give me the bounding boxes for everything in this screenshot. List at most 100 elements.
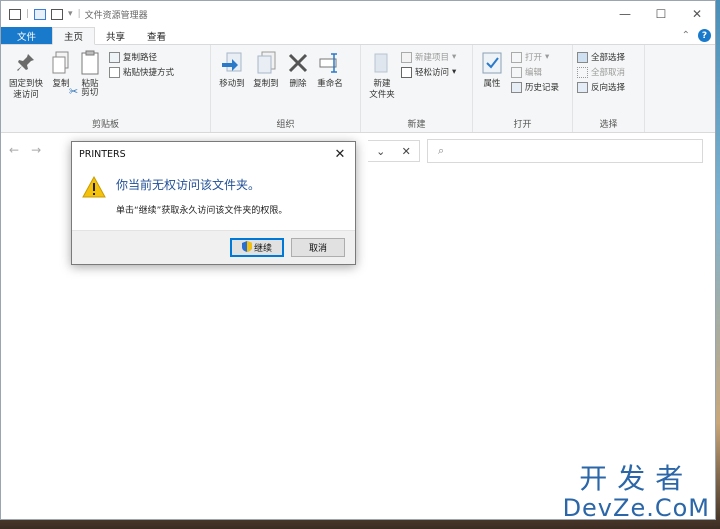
- forward-arrow-icon[interactable]: →: [31, 143, 41, 157]
- organize-group: 移动到 复制到 删除 重命名 组织: [211, 45, 361, 132]
- chevron-down-icon: ▾: [452, 67, 457, 77]
- paste-shortcut-icon: [109, 66, 120, 78]
- search-input[interactable]: ⌕: [427, 139, 703, 163]
- delete-label: 删除: [289, 79, 307, 89]
- properties-label: 属性: [483, 79, 501, 89]
- search-icon: ⌕: [438, 144, 445, 157]
- chevron-down-icon: ▾: [545, 52, 550, 62]
- continue-label: 继续: [253, 244, 272, 254]
- tab-share[interactable]: 共享: [95, 27, 136, 44]
- shield-icon: [241, 240, 252, 255]
- clipboard-group: 固定到快 速访问 复制 粘贴 复制路径 粘贴快捷方式 ✂ 剪切 剪贴板: [1, 45, 211, 132]
- ribbon: 固定到快 速访问 复制 粘贴 复制路径 粘贴快捷方式 ✂ 剪切 剪贴板 移动到 …: [1, 45, 715, 133]
- watermark-line2: DevZe.CoM: [562, 494, 710, 522]
- paste-shortcut-button[interactable]: 粘贴快捷方式: [109, 66, 174, 78]
- open-group: 属性 打开 ▾ 编辑 历史记录 打开: [473, 45, 573, 132]
- history-button[interactable]: 历史记录: [511, 81, 559, 93]
- address-dropdown-icon[interactable]: ⌄: [376, 145, 385, 158]
- new-folder-quick-icon[interactable]: [51, 8, 64, 20]
- new-item-button[interactable]: 新建项目 ▾: [401, 51, 456, 63]
- dialog-message: 你当前无权访问该文件夹。: [116, 178, 261, 192]
- delete-icon: [286, 49, 310, 77]
- edit-icon: [511, 66, 522, 78]
- easy-access-icon: [401, 66, 412, 78]
- copy-label: 复制: [52, 79, 70, 89]
- select-all-icon: [577, 51, 588, 63]
- address-bar-controls: ⌄ ✕: [368, 140, 420, 162]
- edit-button[interactable]: 编辑: [511, 66, 559, 78]
- window-title: 文件资源管理器: [84, 10, 148, 21]
- open-icon: [511, 51, 522, 63]
- select-all-button[interactable]: 全部选择: [577, 51, 625, 63]
- tab-file[interactable]: 文件: [1, 27, 53, 44]
- cancel-button[interactable]: 取消: [291, 238, 345, 257]
- history-icon: [511, 81, 522, 93]
- separator: |: [77, 9, 81, 19]
- new-folder-label-1: 新建: [373, 79, 391, 89]
- cut-label: 剪切: [81, 87, 99, 98]
- paste-icon: [78, 49, 102, 77]
- access-denied-dialog: PRINTERS ✕ 你当前无权访问该文件夹。 单击“继续”获取永久访问该文件夹…: [71, 141, 356, 265]
- dialog-close-button[interactable]: ✕: [325, 142, 355, 166]
- new-item-icon: [401, 51, 412, 63]
- properties-quick-icon[interactable]: [34, 8, 47, 20]
- customize-quick-access-icon[interactable]: ▾: [68, 9, 73, 19]
- ribbon-tabs: 文件 主页 共享 查看 ⌃ ?: [1, 27, 715, 45]
- copy-to-label: 复制到: [253, 79, 279, 89]
- watermark-line1: 开发者: [579, 462, 694, 495]
- quick-access-toolbar: | ▾ |: [9, 8, 81, 20]
- select-all-label: 全部选择: [591, 53, 626, 63]
- continue-button[interactable]: 继续: [230, 238, 284, 257]
- properties-icon: [480, 49, 504, 77]
- tab-view[interactable]: 查看: [136, 27, 177, 44]
- cut-button[interactable]: ✂ 剪切: [69, 85, 174, 98]
- move-to-label: 移动到: [219, 79, 245, 89]
- select-group: 全部选择 全部取消 反向选择 选择: [573, 45, 645, 132]
- minimize-button[interactable]: —: [607, 1, 643, 27]
- clear-address-icon[interactable]: ✕: [402, 145, 411, 158]
- select-none-icon: [577, 66, 588, 78]
- open-label: 打开: [525, 53, 543, 63]
- dialog-footer: 继续 取消: [72, 230, 355, 264]
- edit-label: 编辑: [525, 68, 543, 78]
- paste-shortcut-label: 粘贴快捷方式: [123, 68, 175, 78]
- watermark: 开发者 DevZe.CoM: [562, 462, 710, 522]
- easy-access-button[interactable]: 轻松访问 ▾: [401, 66, 456, 78]
- copy-path-button[interactable]: 复制路径: [109, 51, 174, 63]
- organize-group-label: 组织: [276, 120, 295, 130]
- copy-path-icon: [109, 51, 120, 63]
- scissors-icon: ✂: [69, 85, 79, 98]
- invert-selection-button[interactable]: 反向选择: [577, 81, 625, 93]
- invert-selection-label: 反向选择: [591, 83, 626, 93]
- rename-icon: [318, 49, 342, 77]
- tab-home[interactable]: 主页: [52, 27, 96, 45]
- dialog-body: 你当前无权访问该文件夹。 单击“继续”获取永久访问该文件夹的权限。: [72, 166, 355, 230]
- move-to-icon: [220, 49, 244, 77]
- maximize-button[interactable]: ☐: [643, 1, 679, 27]
- history-label: 历史记录: [525, 83, 560, 93]
- title-bar: | ▾ | 文件资源管理器 — ☐ ✕: [1, 1, 715, 27]
- copy-icon: [49, 49, 73, 77]
- select-none-button[interactable]: 全部取消: [577, 66, 625, 78]
- dialog-title-bar: PRINTERS ✕: [72, 142, 355, 166]
- open-button[interactable]: 打开 ▾: [511, 51, 559, 63]
- explorer-app-icon: [9, 8, 21, 20]
- separator: |: [26, 9, 30, 19]
- copy-to-icon: [254, 49, 278, 77]
- chevron-down-icon: ▾: [452, 52, 457, 62]
- back-arrow-icon[interactable]: ←: [9, 143, 19, 157]
- new-group: 新建 文件夹 新建项目 ▾ 轻松访问 ▾ 新建: [361, 45, 473, 132]
- new-item-label: 新建项目: [415, 53, 450, 63]
- open-group-label: 打开: [513, 120, 532, 130]
- close-button[interactable]: ✕: [679, 1, 715, 27]
- invert-selection-icon: [577, 81, 588, 93]
- help-icon[interactable]: ?: [698, 29, 711, 42]
- easy-access-label: 轻松访问: [415, 68, 450, 78]
- dialog-detail: 单击“继续”获取永久访问该文件夹的权限。: [116, 206, 288, 216]
- copy-path-label: 复制路径: [123, 53, 158, 63]
- pin-label-2: 速访问: [13, 90, 39, 100]
- rename-label: 重命名: [317, 79, 343, 89]
- new-folder-label-2: 文件夹: [369, 90, 395, 100]
- new-group-label: 新建: [407, 120, 426, 130]
- chevron-up-icon[interactable]: ⌃: [682, 30, 690, 41]
